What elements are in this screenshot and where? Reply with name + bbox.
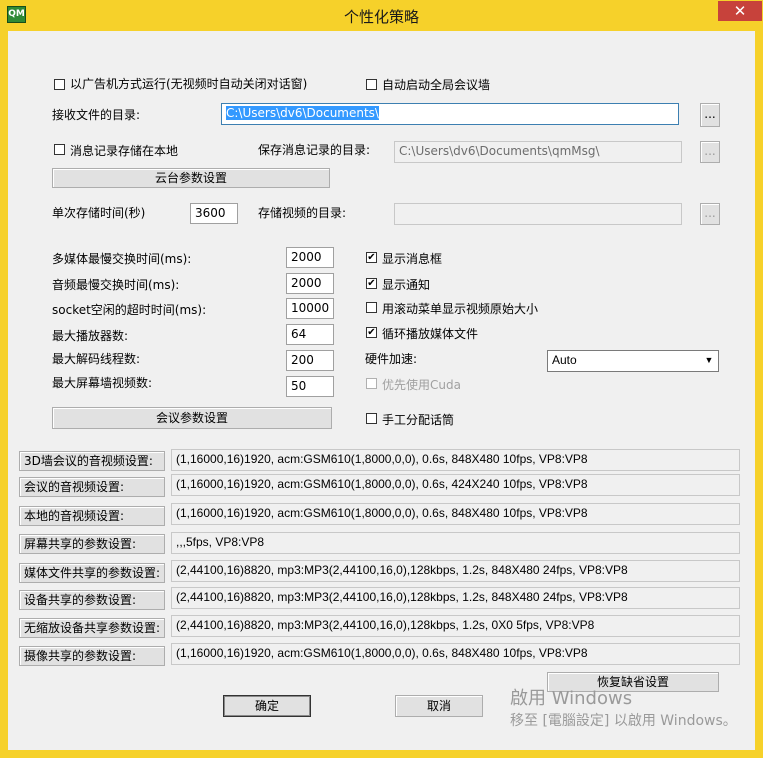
show-msgbox-label: 显示消息框 — [382, 252, 443, 266]
manual-mic-label: 手工分配话筒 — [382, 413, 455, 427]
ok-button[interactable]: 确定 — [223, 695, 311, 717]
dialog-body: 以广告机方式运行(无视频时自动关闭对话窗) 自动启动全局会议墙 接收文件的目录:… — [8, 31, 755, 750]
chevron-down-icon: ▼ — [704, 355, 714, 365]
activation-watermark-title: 啟用 Windows — [510, 688, 633, 709]
max-wall-videos-input[interactable]: 50 — [286, 376, 334, 397]
max-decode-threads-input[interactable]: 200 — [286, 350, 334, 371]
receive-dir-browse-button[interactable]: ... — [700, 103, 720, 127]
param-device-share-value: (2,44100,16)8820, mp3:MP3(2,44100,16,0),… — [171, 587, 740, 609]
single-store-input[interactable]: 3600 — [190, 203, 238, 224]
window-title: 个性化策略 — [343, 8, 419, 26]
param-3d-wall-value: (1,16000,16)1920, acm:GSM610(1,8000,0,0)… — [171, 449, 740, 471]
meeting-settings-button[interactable]: 会议参数设置 — [52, 407, 332, 429]
video-dir-input[interactable] — [394, 203, 682, 225]
title-bar: QM 个性化策略 ✕ — [0, 0, 763, 31]
audio-exchange-label: 音频最慢交换时间(ms): — [52, 278, 180, 292]
close-button[interactable]: ✕ — [718, 1, 762, 21]
param-noscale-device-share-button[interactable]: 无缩放设备共享参数设置: — [19, 618, 165, 638]
hw-accel-label: 硬件加速: — [365, 352, 418, 366]
param-screen-share-button[interactable]: 屏幕共享的参数设置: — [19, 534, 165, 554]
receive-dir-input[interactable]: C:\Users\dv6\Documents\ — [221, 103, 679, 125]
audio-exchange-input[interactable]: 2000 — [286, 273, 334, 294]
param-device-share-button[interactable]: 设备共享的参数设置: — [19, 590, 165, 610]
show-notify-label: 显示通知 — [382, 278, 431, 292]
show-msgbox-checkbox[interactable]: ✔ — [366, 252, 377, 263]
param-meeting-button[interactable]: 会议的音视频设置: — [19, 477, 165, 497]
media-exchange-label: 多媒体最慢交换时间(ms): — [52, 252, 192, 266]
prefer-cuda-checkbox[interactable] — [366, 378, 377, 389]
prefer-cuda-label: 优先使用Cuda — [382, 378, 461, 392]
param-meeting-value: (1,16000,16)1920, acm:GSM610(1,8000,0,0)… — [171, 474, 740, 496]
msg-dir-input[interactable]: C:\Users\dv6\Documents\qmMsg\ — [394, 141, 682, 163]
hw-accel-value: Auto — [552, 353, 577, 367]
msg-dir-label: 保存消息记录的目录: — [258, 143, 371, 157]
scroll-menu-size-label: 用滚动菜单显示视频原始大小 — [382, 302, 539, 316]
video-dir-label: 存储视频的目录: — [258, 206, 347, 220]
ptz-settings-button[interactable]: 云台参数设置 — [52, 168, 330, 188]
media-exchange-input[interactable]: 2000 — [286, 247, 334, 268]
max-decode-threads-label: 最大解码线程数: — [52, 352, 141, 366]
param-screen-share-value: ,,,5fps, VP8:VP8 — [171, 532, 740, 554]
save-local-checkbox[interactable] — [54, 144, 65, 155]
param-noscale-device-share-value: (2,44100,16)8820, mp3:MP3(2,44100,16,0),… — [171, 615, 740, 637]
receive-dir-label: 接收文件的目录: — [52, 108, 141, 122]
param-local-button[interactable]: 本地的音视频设置: — [19, 506, 165, 526]
ad-mode-checkbox[interactable] — [54, 79, 65, 90]
single-store-label: 单次存储时间(秒) — [52, 206, 146, 220]
socket-timeout-label: socket空闲的超时时间(ms): — [52, 303, 207, 317]
loop-media-checkbox[interactable]: ✔ — [366, 327, 377, 338]
manual-mic-checkbox[interactable] — [366, 413, 377, 424]
max-players-input[interactable]: 64 — [286, 324, 334, 345]
param-media-file-share-value: (2,44100,16)8820, mp3:MP3(2,44100,16,0),… — [171, 560, 740, 582]
param-3d-wall-button[interactable]: 3D墙会议的音视频设置: — [19, 451, 165, 471]
hw-accel-select[interactable]: Auto ▼ — [547, 350, 719, 372]
show-notify-checkbox[interactable]: ✔ — [366, 278, 377, 289]
loop-media-label: 循环播放媒体文件 — [382, 327, 479, 341]
activation-watermark-text: 移至 [電腦設定] 以啟用 Windows。 — [510, 713, 737, 729]
param-camera-share-button[interactable]: 摄像共享的参数设置: — [19, 646, 165, 666]
max-players-label: 最大播放器数: — [52, 329, 129, 343]
video-dir-browse-button[interactable]: ... — [700, 203, 720, 225]
scroll-menu-size-checkbox[interactable] — [366, 302, 377, 313]
cancel-button[interactable]: 取消 — [395, 695, 483, 717]
save-local-label: 消息记录存储在本地 — [70, 144, 179, 158]
ad-mode-label: 以广告机方式运行(无视频时自动关闭对话窗) — [70, 77, 308, 91]
msg-dir-browse-button[interactable]: ... — [700, 141, 720, 163]
auto-wall-label: 自动启动全局会议墙 — [382, 78, 491, 92]
param-local-value: (1,16000,16)1920, acm:GSM610(1,8000,0,0)… — [171, 503, 740, 525]
max-wall-videos-label: 最大屏幕墙视频数: — [52, 376, 153, 390]
auto-wall-checkbox[interactable] — [366, 79, 377, 90]
socket-timeout-input[interactable]: 10000 — [286, 298, 334, 319]
param-media-file-share-button[interactable]: 媒体文件共享的参数设置: — [19, 563, 165, 583]
param-camera-share-value: (1,16000,16)1920, acm:GSM610(1,8000,0,0)… — [171, 643, 740, 665]
